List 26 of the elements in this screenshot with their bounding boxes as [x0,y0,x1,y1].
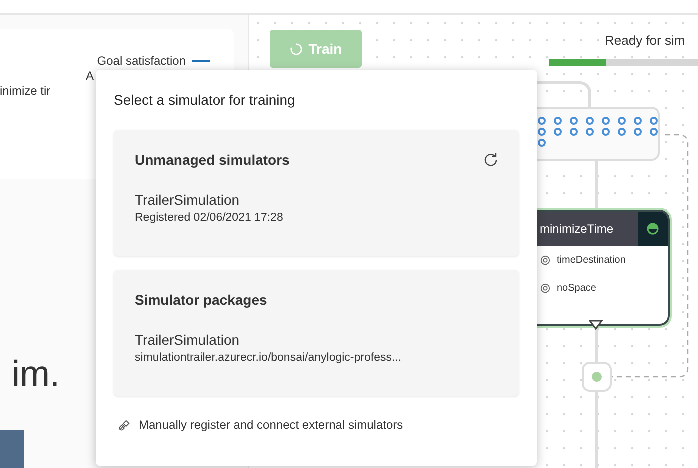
target-icon [540,254,551,266]
output-node [582,362,612,392]
plug-icon [118,418,131,432]
register-link[interactable]: Manually register and connect external simulators [114,418,404,432]
simulator-card[interactable]: Simulator packages TrailerSimulation simulationtrailer.azurecr.io/bonsai/anylogic-profess... [114,270,519,396]
target-icon [540,282,551,294]
heading-text: im. [12,353,60,395]
section-title: Unmanaged simulators [135,152,290,168]
legend-label: Goal satisfaction [97,54,186,68]
simulator-card[interactable]: Unmanaged simulators TrailerSimulation Registered 02/06/2021 17:28 [114,130,519,256]
spinner-icon [290,42,303,56]
simulator-detail: Registered 02/06/2021 17:28 [135,212,284,224]
legend-label: inimize tir [0,84,51,98]
node-item: noSpace [557,282,596,294]
panel-block [0,430,24,468]
node-item: timeDestination [557,254,626,266]
refresh-icon[interactable] [483,152,499,168]
section-title: Simulator packages [135,292,268,308]
half-circle-icon [647,223,659,235]
simulator-detail: simulationtrailer.azurecr.io/bonsai/anylogic-profess... [135,352,403,364]
legend-label: A [86,68,94,82]
node-title: minimizeTime [539,221,615,238]
dialog-title: Select a simulator for training [114,92,296,108]
simulator-name: TrailerSimulation [135,192,241,208]
status-text: Ready for sim [605,33,686,48]
simulator-name: TrailerSimulation [135,332,241,348]
